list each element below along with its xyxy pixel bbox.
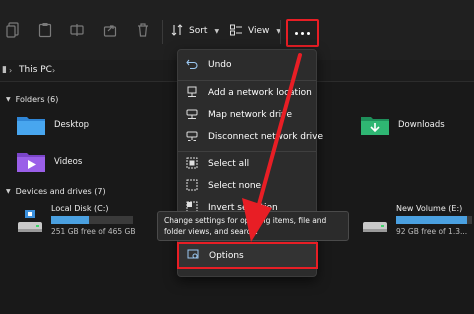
menu-item-label: Select none (208, 181, 262, 191)
options-tooltip: Change settings for opening items, file … (157, 211, 349, 241)
folder-item-videos[interactable]: Videos (16, 150, 82, 174)
ellipsis-dot (295, 31, 298, 35)
devices-section-title: Devices and drives (7) (15, 187, 106, 196)
chevron-down-icon: ▼ (214, 27, 220, 35)
select-all-icon (186, 157, 198, 172)
ellipsis-dot (307, 31, 310, 35)
breadcrumb[interactable]: This PC (19, 65, 52, 75)
chevron-right-icon[interactable]: › (52, 66, 55, 75)
folder-item-downloads[interactable]: Downloads (360, 113, 445, 137)
drive-name: Local Disk (C:) (51, 204, 109, 213)
folder-item-desktop[interactable]: Desktop (16, 113, 89, 137)
undo-icon (186, 58, 198, 73)
menu-item-disconnect-network-drive[interactable]: Disconnect network drive (178, 126, 323, 148)
share-icon[interactable] (103, 22, 117, 38)
see-more-button[interactable] (286, 19, 319, 47)
folders-section-title: Folders (6) (15, 95, 59, 104)
menu-item-label: Disconnect network drive (208, 132, 324, 142)
chevron-right-icon: › (9, 66, 13, 75)
view-label: View (248, 26, 270, 36)
options-label: Options (209, 250, 244, 261)
menu-item-label: Undo (208, 60, 232, 70)
menu-item-map-network-drive[interactable]: Map network drive (178, 104, 316, 126)
drive-usage-bar (396, 216, 472, 224)
menu-item-label: Select all (208, 159, 250, 169)
hard-drive-icon (362, 210, 388, 238)
drive-usage-fill (396, 216, 467, 224)
folder-name: Desktop (54, 120, 90, 130)
folder-name: Downloads (398, 120, 445, 130)
menu-item-label: Add a network location (208, 88, 312, 98)
delete-icon[interactable] (136, 22, 150, 38)
folder-name: Videos (54, 157, 83, 167)
desktop-folder-icon (16, 113, 46, 137)
sort-icon (170, 23, 184, 40)
add-network-location-icon (186, 86, 198, 101)
menu-item-undo[interactable]: Undo (178, 54, 316, 76)
menu-divider (178, 151, 316, 152)
rename-icon[interactable] (70, 22, 84, 38)
menu-item-select-none[interactable]: Select none (178, 175, 316, 197)
drive-name: New Volume (E:) (396, 204, 463, 213)
chevron-down-icon: ▼ (6, 96, 11, 103)
view-button[interactable]: View ▼ (229, 20, 281, 42)
drive-free-space: 92 GB free of 1.3... (396, 227, 468, 236)
view-icon (229, 23, 243, 40)
downloads-folder-icon (360, 113, 390, 137)
menu-item-select-all[interactable]: Select all (178, 153, 316, 175)
paste-icon[interactable] (38, 22, 52, 38)
menu-item-options[interactable]: Options (177, 242, 318, 269)
drive-usage-bar (51, 216, 133, 224)
folder-options-icon (187, 248, 199, 263)
copy-icon[interactable] (6, 22, 20, 38)
hard-drive-icon (17, 210, 43, 238)
pc-icon: ▮ (2, 65, 7, 75)
videos-folder-icon (16, 150, 46, 174)
folders-section-header[interactable]: ▼ Folders (6) (6, 95, 58, 104)
toolbar-divider (162, 20, 163, 44)
map-network-drive-icon (186, 108, 198, 123)
devices-section-header[interactable]: ▼ Devices and drives (7) (6, 187, 106, 196)
disconnect-network-drive-icon (186, 130, 198, 145)
drive-item-e[interactable]: New Volume (E:) 92 GB free of 1.3... (362, 204, 474, 244)
sort-button[interactable]: Sort ▼ (170, 20, 219, 42)
select-none-icon (186, 179, 198, 194)
drive-usage-fill (51, 216, 89, 224)
toolbar-divider (280, 20, 281, 44)
menu-divider (178, 80, 316, 81)
menu-item-label: Map network drive (208, 110, 293, 120)
menu-item-add-network-location[interactable]: Add a network location (178, 82, 316, 104)
sort-label: Sort (189, 26, 208, 36)
drive-free-space: 251 GB free of 465 GB (51, 227, 136, 236)
ellipsis-dot (301, 31, 304, 35)
drive-item-c[interactable]: Local Disk (C:) 251 GB free of 465 GB (17, 204, 137, 244)
chevron-down-icon: ▼ (6, 188, 11, 195)
